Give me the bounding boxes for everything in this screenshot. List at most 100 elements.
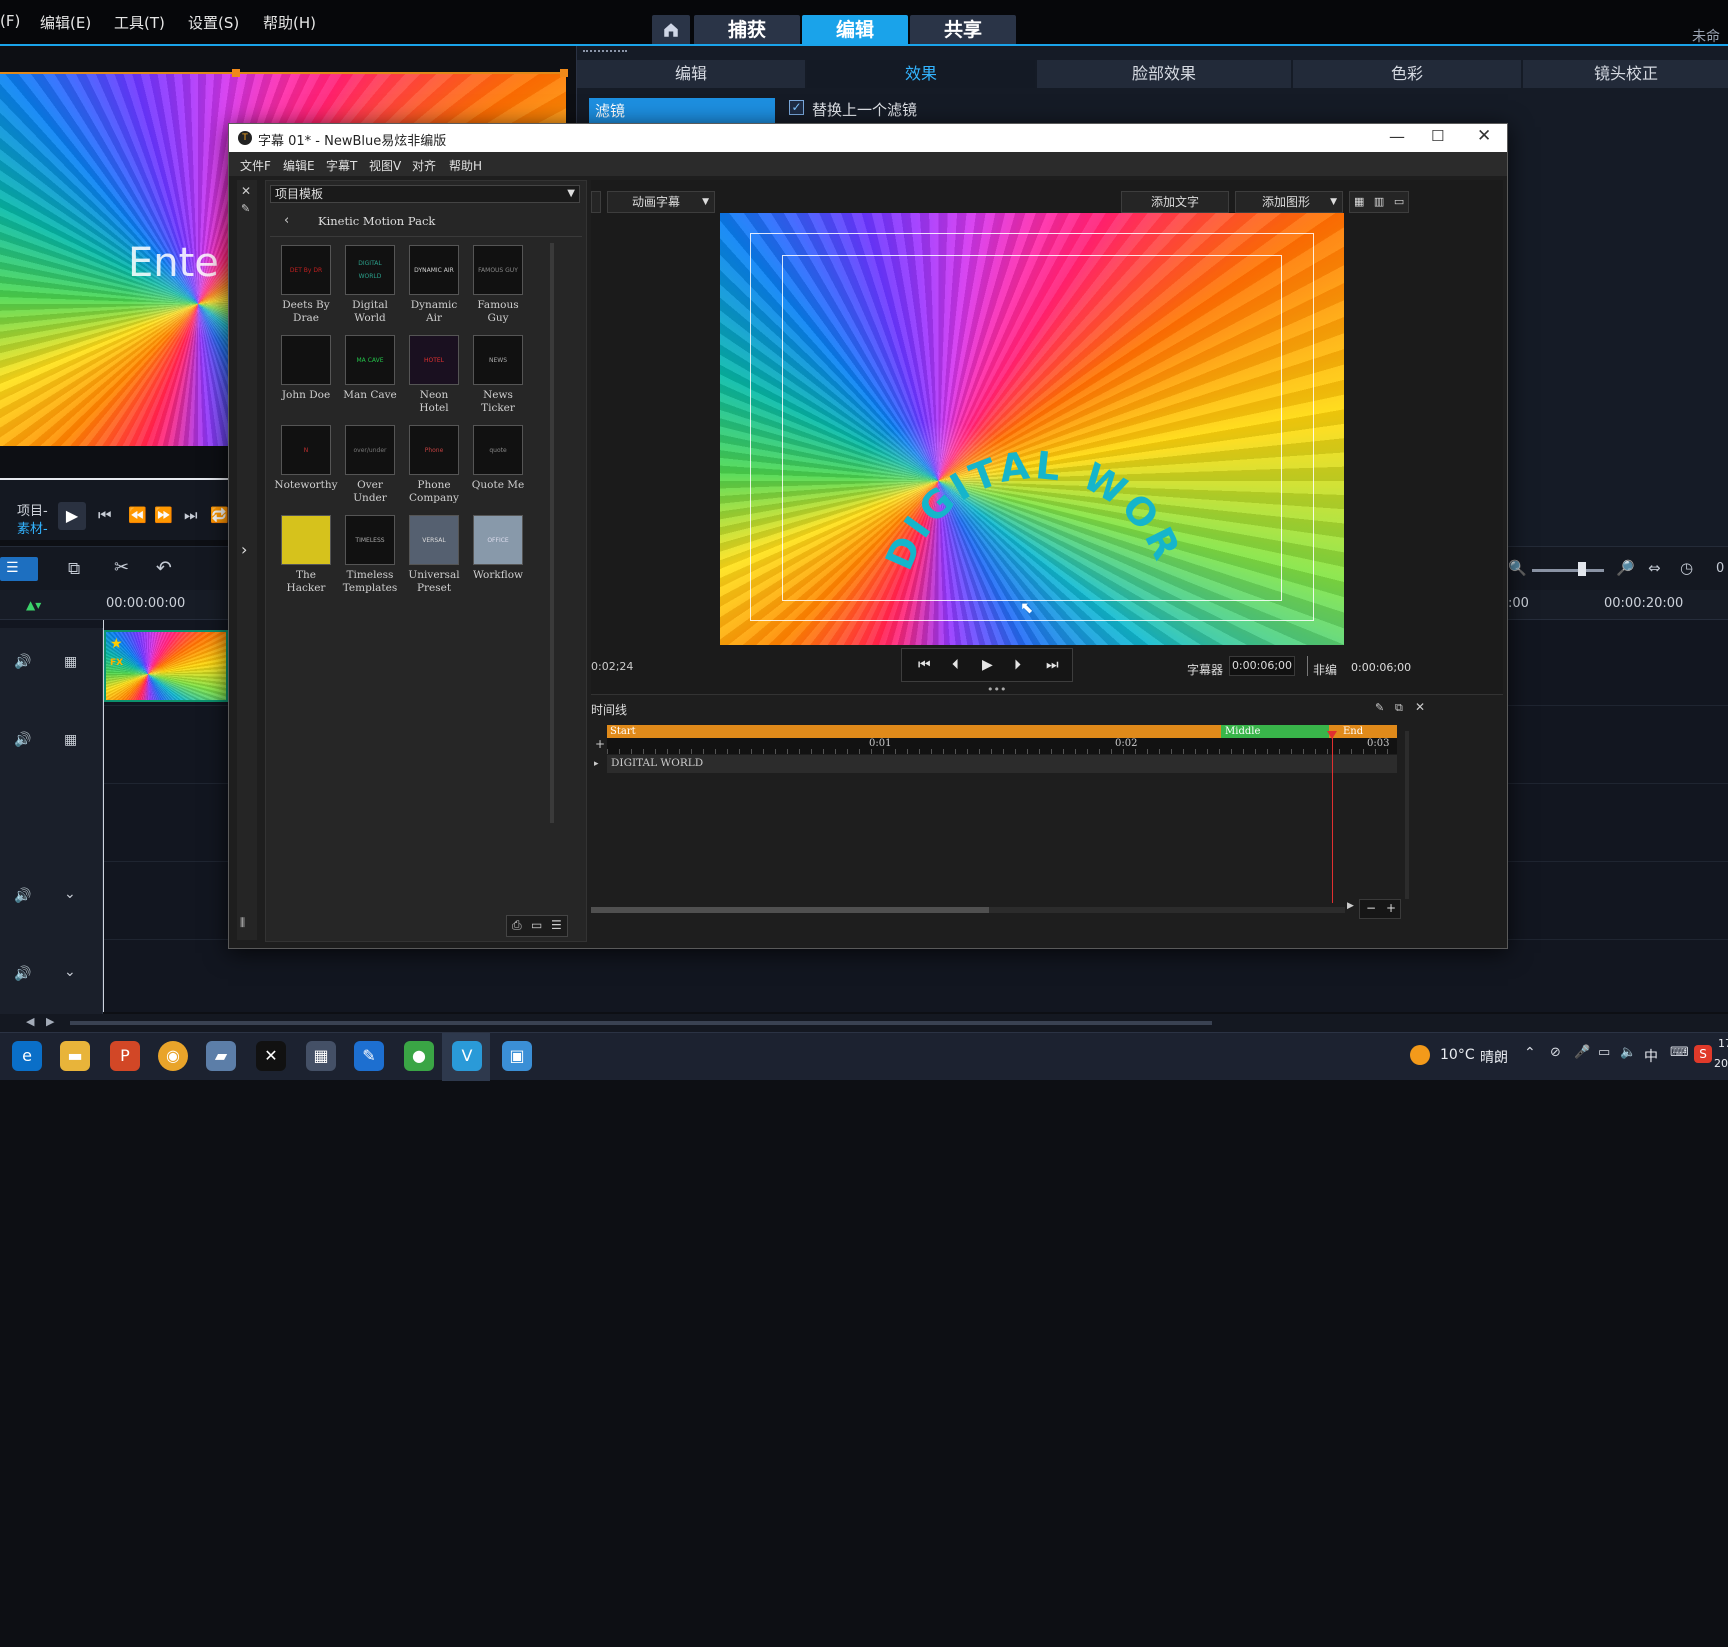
dlg-menu-title[interactable]: 字幕T [326,157,357,174]
template-item[interactable]: DYNAMIC AIR Dynamic Air [402,245,466,325]
menu-settings[interactable]: 设置(S) [188,12,239,33]
display-icon[interactable]: ▭ [1598,1045,1610,1060]
close-timeline-icon[interactable]: ✕ [1415,700,1425,714]
skip-start-icon[interactable]: ⏮ [98,506,112,524]
template-item[interactable]: N Noteworthy [274,425,338,492]
save-template-icon[interactable]: ⎙ [512,918,522,933]
project-mode-label[interactable]: 项目- [17,500,48,519]
scroll-thumb[interactable] [70,1021,1212,1025]
chevron-down-icon[interactable]: ⌄ [64,964,76,980]
close-icon[interactable]: ✕ [1477,126,1491,146]
template-item[interactable]: DIGITAL WORLD Digital World [338,245,402,325]
zoom-in-icon[interactable]: + [1386,901,1396,915]
scroll-right-icon[interactable]: ▶ [1347,901,1354,911]
zoom-slider[interactable] [1532,569,1604,572]
capcut-icon[interactable]: ✕ [256,1041,286,1071]
template-item[interactable]: VERSAL Universal Preset [402,515,466,595]
chevron-down-icon[interactable]: ⌄ [64,886,76,902]
back-arrow-icon[interactable]: ‹ [284,213,289,228]
template-item[interactable]: NEWS News Ticker [466,335,530,415]
template-item[interactable]: FAMOUS GUY Famous Guy [466,245,530,325]
window-titlebar[interactable]: T 字幕 01* - NewBlue易炫非编版 — ☐ ✕ [229,124,1507,152]
speaker-icon[interactable]: 🔊 [14,654,31,670]
expand-panel-icon[interactable]: › [241,540,247,559]
resize-handle[interactable] [232,69,240,77]
template-item[interactable]: over/under Over Under [338,425,402,505]
segment-start[interactable]: Start [607,725,1221,738]
main-playhead[interactable] [103,620,104,1012]
segment-end[interactable]: End [1329,725,1397,738]
fit-icon[interactable]: ⇔ [1648,559,1661,577]
folder-template-icon[interactable]: ▭ [531,918,542,932]
menu-file[interactable]: (F) [0,12,20,30]
add-text-button[interactable]: 添加文字 [1121,191,1229,213]
video-clip[interactable]: ★ FX [104,630,228,702]
zoom-in-icon[interactable]: 🔎 [1616,559,1635,577]
animation-dropdown[interactable]: 动画字幕 ▼ [607,191,715,213]
filter-category[interactable]: 滤镜 [589,98,775,124]
copy-icon[interactable]: ⧉ [68,559,80,579]
timeline-view-button[interactable]: ☰ [0,557,38,581]
edge-icon[interactable]: e [12,1041,42,1071]
speaker-icon[interactable]: 🔊 [14,732,31,748]
replace-filter-checkbox[interactable]: ✓ [789,100,804,115]
dlg-menu-edit[interactable]: 编辑E [283,157,315,174]
add-shape-dropdown[interactable]: 添加图形 ▼ [1235,191,1343,213]
play-button[interactable]: ▶ [58,502,86,530]
ruler-view-icon[interactable]: ▥ [1374,195,1384,208]
canvas-title-text[interactable]: DIGITAL WORLD [720,213,1344,645]
zoom-slider-handle[interactable] [1578,562,1586,576]
expand-track-icon[interactable]: ▸ [594,759,599,769]
whiteboard-icon[interactable]: ✎ [354,1041,384,1071]
step-forward-icon[interactable]: ⏩ [154,506,173,524]
speaker-icon[interactable]: 🔊 [14,888,31,904]
template-item[interactable]: DET By DR Deets By Drae [274,245,338,325]
track-manager-icon[interactable]: ▲▾ [26,598,41,612]
timeline-hscroll-thumb[interactable] [591,907,989,913]
calculator-icon[interactable]: ▦ [306,1041,336,1071]
speaker-icon[interactable]: 🔊 [14,966,31,982]
scroll-right-icon[interactable]: ▶ [46,1015,54,1028]
playhead-marker[interactable] [1327,731,1337,739]
weather-icon[interactable] [1410,1045,1430,1065]
fx-tab-lens[interactable]: 镜头校正 [1523,60,1728,88]
grid-icon[interactable]: ▦ [64,654,77,670]
menu-help[interactable]: 帮助(H) [263,12,316,33]
track-row[interactable]: DIGITAL WORLD [607,755,1397,773]
float-icon[interactable]: ⧉ [1395,701,1403,715]
zoom-out-icon[interactable]: − [1366,901,1376,915]
skip-end-icon[interactable]: ⏭ [184,506,198,524]
chrome-icon[interactable]: ◉ [158,1041,188,1071]
template-item[interactable]: TIMELESS Timeless Templates [338,515,402,595]
wechat-icon[interactable]: ● [404,1041,434,1071]
segment-middle[interactable]: Middle [1221,725,1329,738]
template-dropdown[interactable]: 项目模板 ▼ [270,185,580,203]
step-forward-icon[interactable]: ⏵ [1014,657,1021,673]
subtitle-duration[interactable]: 0:00:06;00 [1229,656,1295,676]
template-item[interactable]: John Doe [274,335,338,402]
mode-tab-share[interactable]: 共享 [910,15,1016,46]
keyboard-icon[interactable]: ⌨ [1670,1045,1689,1060]
minimize-icon[interactable]: — [1389,127,1405,146]
powerpoint-icon[interactable]: P [110,1041,140,1071]
app-icon[interactable]: ▰ [206,1041,236,1071]
template-item[interactable]: HOTEL Neon Hotel [402,335,466,415]
timeline-vscroll[interactable] [1405,731,1409,899]
timeline-hscroll[interactable] [591,907,1345,913]
microphone-icon[interactable]: 🎤 [1574,1045,1590,1060]
title-canvas[interactable]: DIGITAL WORLD [720,213,1344,645]
fx-tab-face[interactable]: 脸部效果 [1037,60,1291,88]
grid-icon[interactable]: ▦ [64,732,77,748]
repeat-icon[interactable]: 🔁 [210,506,229,524]
template-item[interactable]: Phone Phone Company [402,425,466,505]
list-view-icon[interactable]: ☰ [551,918,562,932]
step-back-icon[interactable]: ⏴ [952,657,959,673]
safe-area-icon[interactable]: ▭ [1394,195,1404,208]
menu-tools[interactable]: 工具(T) [114,12,165,33]
play-icon[interactable]: ▶ [982,657,993,673]
home-button[interactable] [652,15,690,46]
template-item[interactable]: OFFICE Workflow [466,515,530,582]
dlg-menu-help[interactable]: 帮助H [449,157,482,174]
clock-icon[interactable]: ◷ [1680,559,1693,577]
menu-edit[interactable]: 编辑(E) [40,12,91,33]
